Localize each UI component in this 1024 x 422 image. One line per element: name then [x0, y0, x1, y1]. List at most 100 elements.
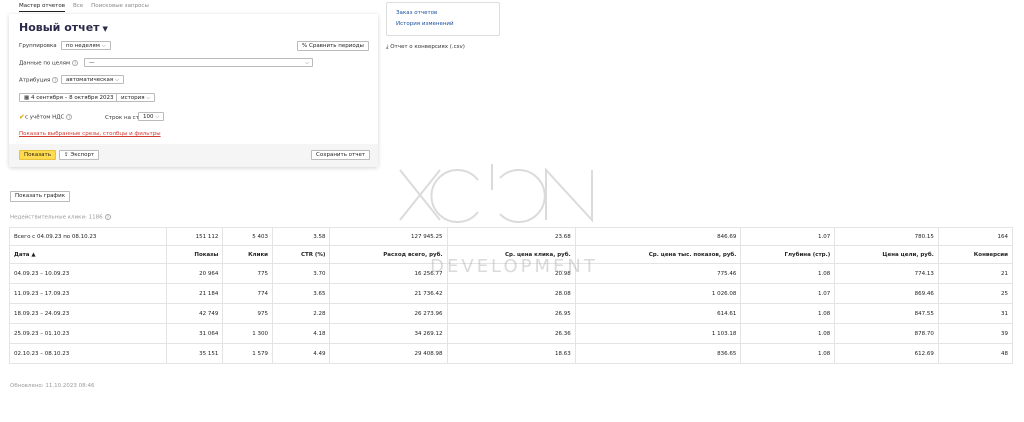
table-cell: 774.13 — [834, 263, 939, 284]
vat-checkbox[interactable]: ✔с учётом НДС? — [19, 113, 73, 121]
table-row: 02.10.23 – 08.10.23 35 151 1 579 4.49 29 408… — [9, 343, 1014, 364]
column-header-avg-cpc[interactable]: Ср. цена клика, руб. — [446, 245, 576, 264]
table-row: 04.09.23 – 10.09.23 20 964 775 3.70 16 256.7… — [9, 263, 1014, 284]
table-row: 18.09.23 – 24.09.23 42 749 975 2.28 26 273.9… — [9, 303, 1014, 324]
caret-down-icon: ▼ — [102, 25, 108, 33]
table-cell: 29 408.98 — [329, 343, 448, 364]
table-cell: 18.09.23 – 24.09.23 — [9, 303, 167, 324]
conversions-csv-link[interactable]: ⤓ Отчет о конверсиях (.csv) — [386, 44, 465, 51]
table-cell: 1.07 — [740, 227, 836, 246]
table-cell: 25.09.23 – 01.10.23 — [9, 323, 167, 344]
chevron-down-icon: ⌵ — [101, 43, 106, 49]
table-cell: 25 — [937, 283, 1014, 304]
table-row: 25.09.23 – 01.10.23 31 064 1 300 4.18 34 269… — [9, 323, 1014, 344]
table-cell: 18.63 — [446, 343, 576, 364]
goals-select[interactable]: — ⌵ — [84, 58, 313, 67]
table-cell: 34 269.12 — [329, 323, 448, 344]
table-cell: 1.08 — [740, 343, 836, 364]
table-cell: 846.69 — [574, 227, 742, 246]
table-cell: 1 300 — [222, 323, 274, 344]
table-cell: 127 945.25 — [329, 227, 448, 246]
table-cell: 26.95 — [446, 303, 576, 324]
history-select[interactable]: история ⌵ — [116, 93, 156, 102]
invalid-clicks-text: Недействительные клики: 1186? — [10, 214, 111, 221]
show-selected-filters-link[interactable]: Показать выбранные срезы, столбцы и филь… — [19, 131, 161, 137]
table-cell: 21 736.42 — [329, 283, 448, 304]
table-cell: 1 103.18 — [574, 323, 742, 344]
table-cell: 35 151 — [165, 343, 224, 364]
table-cell: 869.46 — [834, 283, 939, 304]
table-cell: 1.07 — [740, 283, 836, 304]
column-header-conversions[interactable]: Конверсии — [937, 245, 1014, 264]
table-header-row: Дата ▲ Показы Клики CTR (%) Расход всего… — [9, 245, 1014, 264]
table-cell: 48 — [937, 343, 1014, 364]
grouping-select[interactable]: по неделям ⌵ — [61, 41, 111, 50]
table-cell: 4.18 — [272, 323, 331, 344]
table-cell: 614.61 — [574, 303, 742, 324]
chevron-down-icon: ⌵ — [115, 77, 119, 83]
table-cell: 774 — [222, 283, 274, 304]
table-cell: 975 — [222, 303, 274, 324]
percent-icon: % — [302, 43, 309, 49]
save-report-button[interactable]: Сохранить отчет — [311, 150, 371, 160]
tabs: Мастер отчетов Все Поисковые запросы — [19, 3, 149, 12]
column-header-avg-cpm[interactable]: Ср. цена тыс. показов, руб. — [574, 245, 742, 264]
table-cell: 847.55 — [834, 303, 939, 324]
export-button[interactable]: ⇪ Экспорт — [59, 150, 100, 160]
table-cell: 28.08 — [446, 283, 576, 304]
column-header-depth[interactable]: Глубина (стр.) — [740, 245, 836, 264]
table-cell: 775.46 — [574, 263, 742, 284]
table-cell: 26 273.96 — [329, 303, 448, 324]
column-header-impressions[interactable]: Показы — [165, 245, 224, 264]
help-icon: ? — [72, 60, 79, 66]
chevron-down-icon: ⌵ — [155, 114, 160, 120]
column-header-date[interactable]: Дата ▲ — [9, 245, 167, 264]
column-header-clicks[interactable]: Клики — [222, 245, 274, 264]
rows-per-page-select[interactable]: 100 ⌵ — [138, 112, 165, 121]
table-cell: 20.98 — [446, 263, 576, 284]
stats-table: Всего с 04.09.23 по 08.10.23 151 112 5 4… — [9, 227, 1014, 364]
table-cell: 775 — [222, 263, 274, 284]
table-cell: 164 — [937, 227, 1014, 246]
table-cell: 21 — [937, 263, 1014, 284]
table-cell: 5 403 — [222, 227, 274, 246]
table-cell: 26.36 — [446, 323, 576, 344]
chevron-down-icon: ⌵ — [305, 60, 309, 66]
table-cell: 836.65 — [574, 343, 742, 364]
tab-all[interactable]: Все — [73, 3, 83, 12]
show-button[interactable]: Показать — [19, 150, 56, 160]
column-header-spend[interactable]: Расход всего, руб. — [329, 245, 448, 264]
table-cell: 21 184 — [165, 283, 224, 304]
table-cell: 3.65 — [272, 283, 331, 304]
table-cell: 02.10.23 – 08.10.23 — [9, 343, 167, 364]
attribution-select[interactable]: автоматическая ⌵ — [61, 75, 124, 84]
column-header-ctr[interactable]: CTR (%) — [272, 245, 331, 264]
attribution-label: Атрибуция? — [19, 77, 59, 84]
table-cell: 1 579 — [222, 343, 274, 364]
date-range-picker[interactable]: ▦ 4 сентября – 8 октября 2023 — [19, 93, 119, 102]
grouping-label: Группировка — [19, 43, 57, 49]
column-header-goal-cost[interactable]: Цена цели, руб. — [834, 245, 939, 264]
table-cell: 780.15 — [834, 227, 939, 246]
side-links-box: Заказ отчетов История изменений — [386, 2, 500, 36]
chevron-down-icon: ⌵ — [146, 95, 151, 101]
report-settings-panel: Новый отчет ▼ Группировка по неделям ⌵ % С… — [9, 14, 378, 167]
order-reports-link[interactable]: Заказ отчетов — [396, 10, 437, 16]
tab-report-master[interactable]: Мастер отчетов — [19, 3, 65, 12]
table-cell: 31 064 — [165, 323, 224, 344]
calendar-icon: ▦ — [24, 95, 31, 101]
table-row: 11.09.23 – 17.09.23 21 184 774 3.65 21 736.4… — [9, 283, 1014, 304]
table-cell: 1.08 — [740, 323, 836, 344]
report-title[interactable]: Новый отчет ▼ — [19, 21, 108, 34]
table-cell: 1 026.08 — [574, 283, 742, 304]
table-cell: 39 — [937, 323, 1014, 344]
table-cell: 42 749 — [165, 303, 224, 324]
table-cell: 612.69 — [834, 343, 939, 364]
table-cell: 1.08 — [740, 303, 836, 324]
tab-search-queries[interactable]: Поисковые запросы — [91, 3, 149, 12]
table-cell: 151 112 — [165, 227, 224, 246]
change-history-link[interactable]: История изменений — [396, 21, 454, 27]
table-cell: 04.09.23 – 10.09.23 — [9, 263, 167, 284]
compare-periods-button[interactable]: % Сравнить периоды — [297, 41, 369, 51]
show-graph-button[interactable]: Показать график — [10, 191, 71, 202]
